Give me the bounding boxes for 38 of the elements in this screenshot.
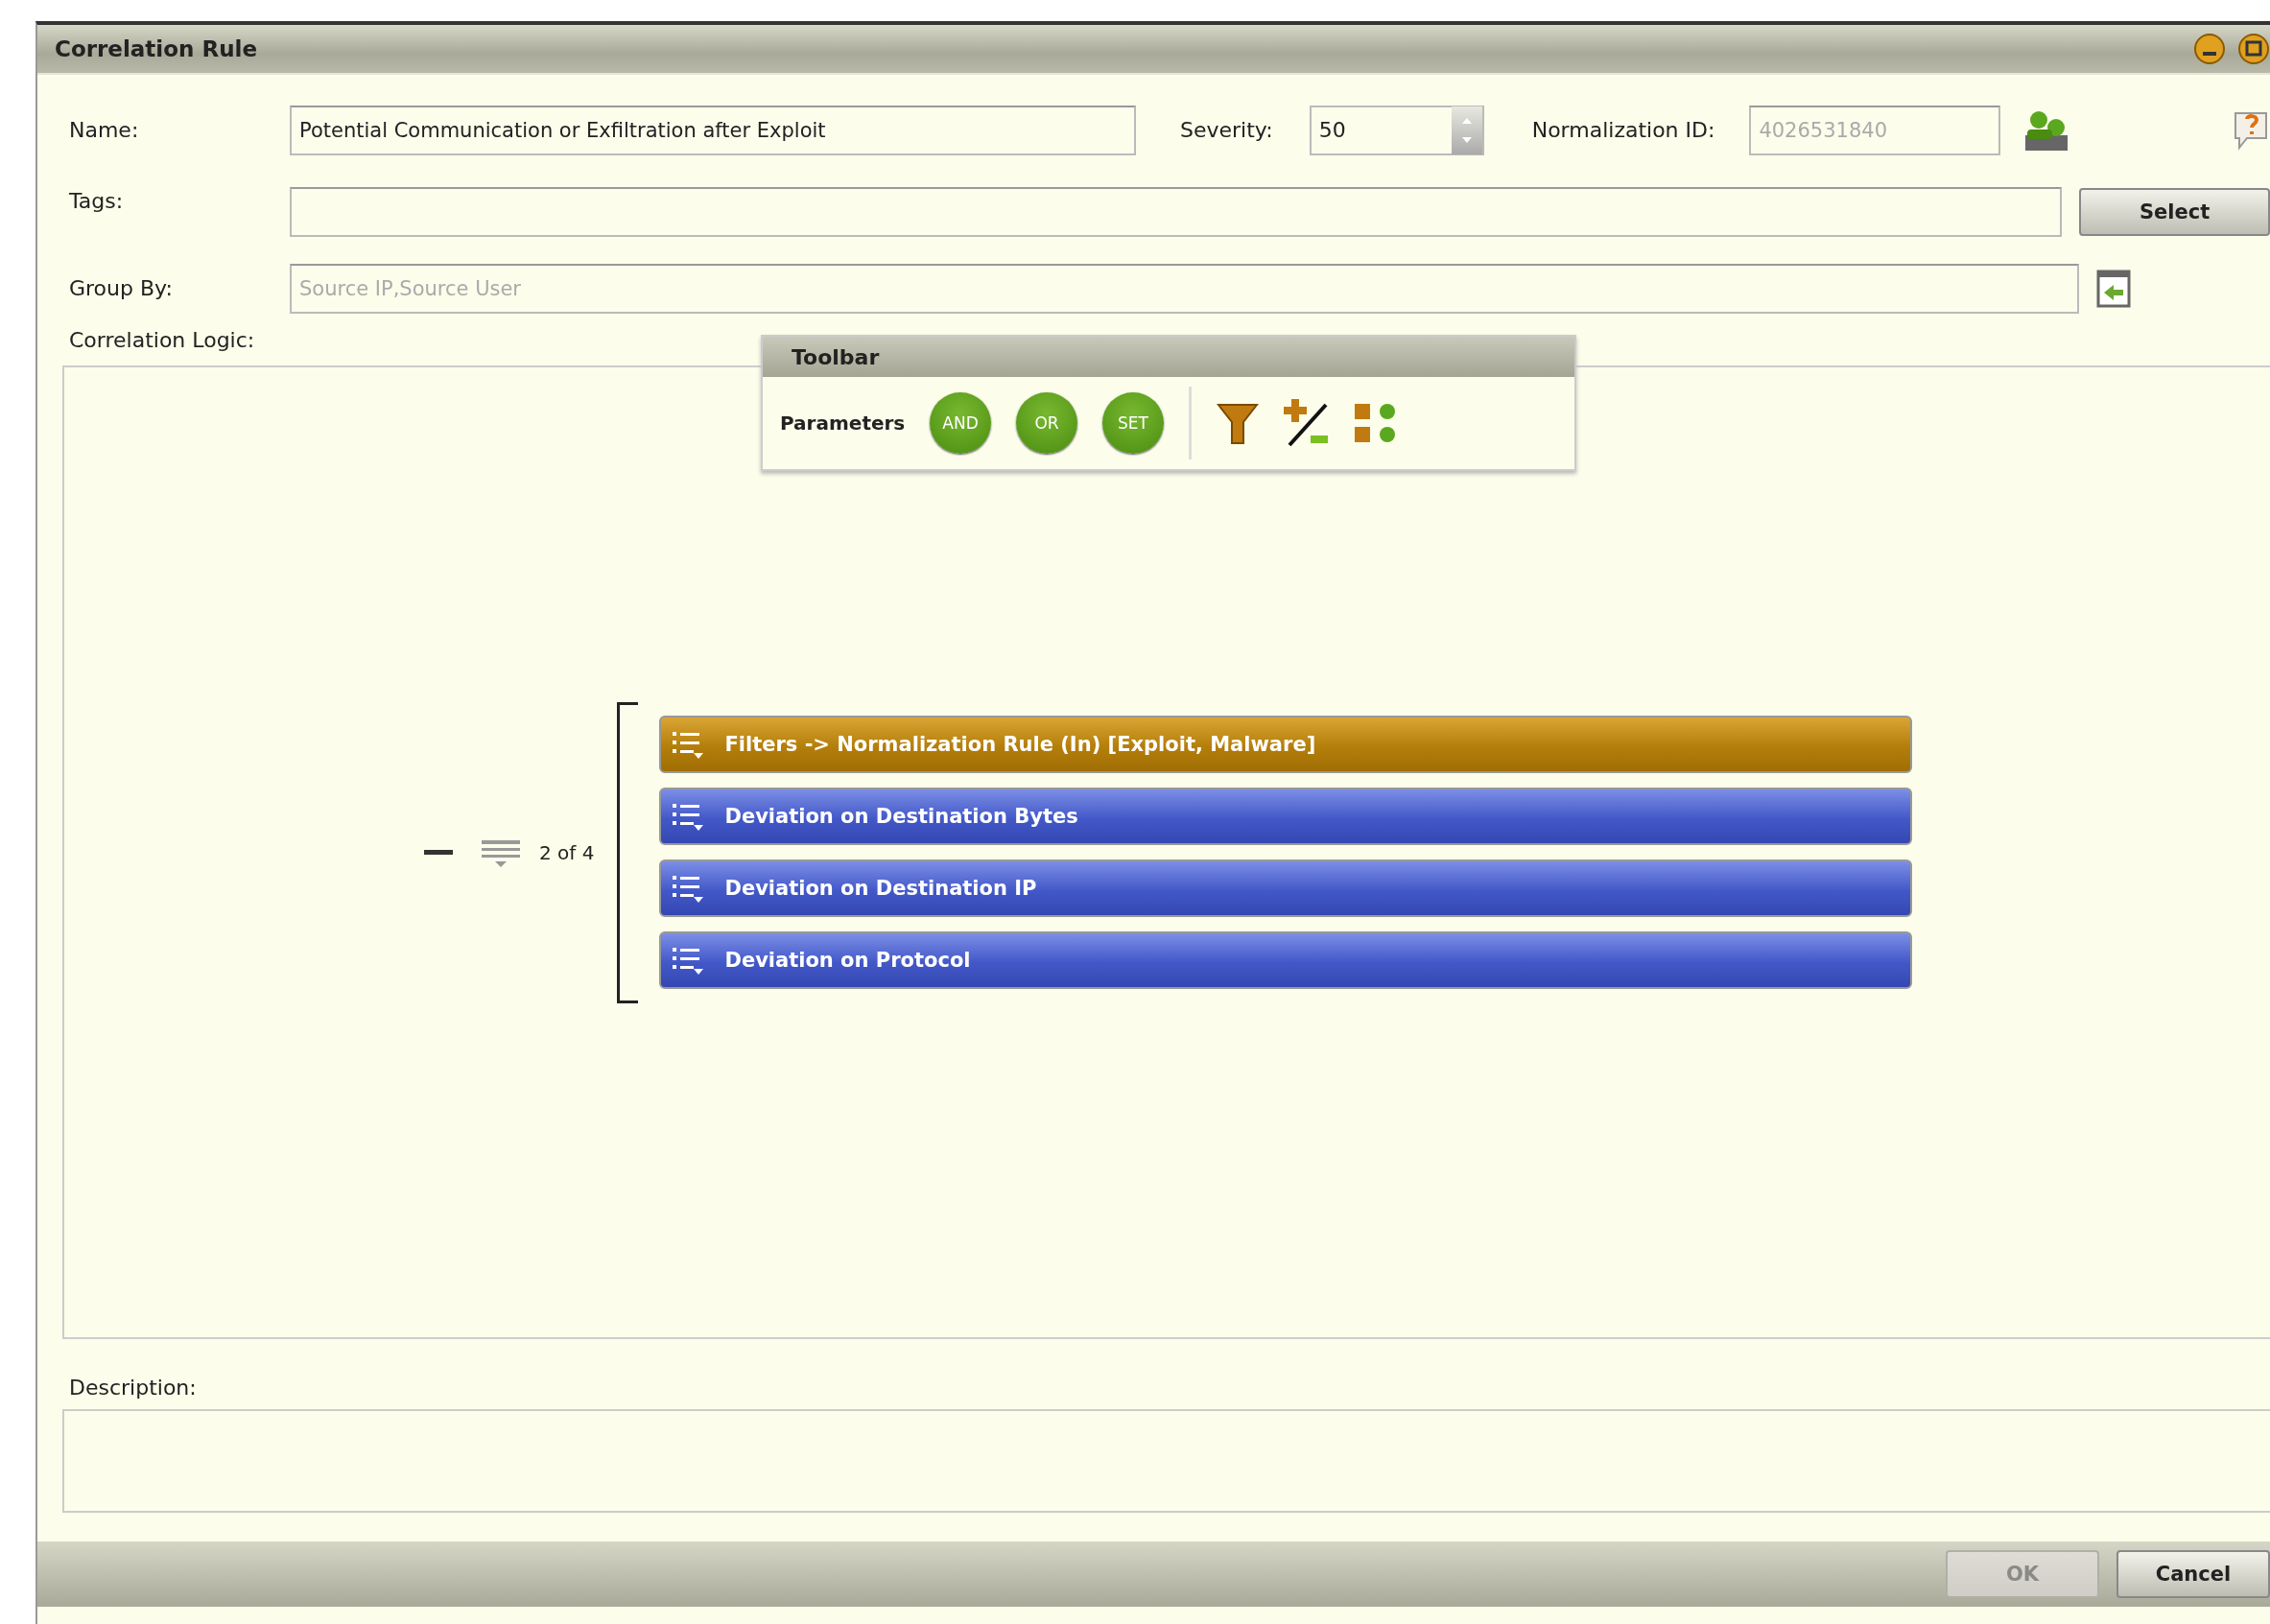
description-field[interactable]: [62, 1409, 2270, 1513]
rule-bar[interactable]: Deviation on Destination Bytes: [659, 788, 1913, 845]
list-icon: [673, 946, 704, 975]
group-icon[interactable]: [482, 837, 520, 867]
add-window-icon[interactable]: [2096, 269, 2131, 308]
field-label: Name:: [69, 118, 140, 142]
list-icon: [673, 874, 704, 903]
section-label: Correlation Logic:: [69, 328, 255, 352]
list-icon: [673, 802, 704, 831]
dialog-button[interactable]: Cancel: [2116, 1550, 2270, 1598]
toolbar-label: Parameters: [780, 412, 905, 435]
rule-bar[interactable]: Filters -> Normalization Rule (In) [Exploit, Malware]: [659, 716, 1913, 773]
minimize-icon[interactable]: [2193, 33, 2226, 65]
tags-field[interactable]: [290, 186, 2063, 237]
shapes-icon[interactable]: [1355, 402, 1397, 444]
rule-bar[interactable]: Deviation on Protocol: [659, 931, 1913, 989]
section-label: Description:: [68, 1376, 198, 1400]
rule-label: Deviation on Destination Bytes: [724, 805, 1078, 828]
name-field[interactable]: Potential Communication or Exfiltration after Exploit: [290, 105, 1136, 155]
spinner-arrows-icon[interactable]: [1451, 106, 1482, 154]
toolbar-title: Toolbar: [763, 337, 1574, 377]
rule-label: Deviation on Protocol: [724, 949, 971, 972]
rule-label: Deviation on Destination IP: [724, 877, 1037, 900]
field-label: Group By:: [69, 276, 174, 300]
group-by-field[interactable]: Source IP,Source User: [290, 263, 2079, 314]
severity-spinner[interactable]: 50: [1309, 105, 1484, 155]
rule-label: Filters -> Normalization Rule (In) [Exploit, Malware]: [724, 733, 1316, 756]
field-label: Severity:: [1180, 118, 1273, 142]
maximize-icon[interactable]: [2237, 33, 2270, 65]
field-label: Normalization ID:: [1531, 118, 1715, 142]
plus-minus-icon[interactable]: [1284, 399, 1330, 447]
select-button[interactable]: Select: [2079, 187, 2270, 236]
list-icon: [673, 730, 704, 759]
funnel-icon[interactable]: [1217, 401, 1259, 445]
window-title: Correlation Rule: [55, 36, 258, 61]
group-count: 2 of 4: [539, 840, 595, 864]
field-label: Tags:: [69, 189, 125, 213]
rule-bar[interactable]: Deviation on Destination IP: [659, 859, 1913, 917]
